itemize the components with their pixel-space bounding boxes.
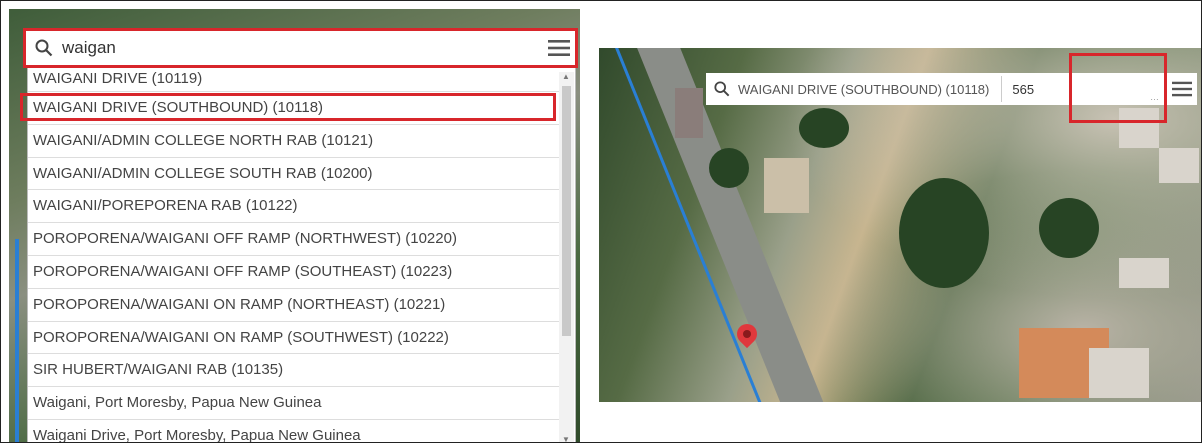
result-item[interactable]: Waigani, Port Moresby, Papua New Guinea: [28, 387, 559, 420]
value-highlight-box: [1069, 53, 1167, 123]
selected-location-text[interactable]: WAIGANI DRIVE (SOUTHBOUND) (10118): [738, 82, 989, 97]
result-item[interactable]: POROPORENA/WAIGANI OFF RAMP (NORTHWEST) …: [28, 223, 559, 256]
result-item-highlighted[interactable]: WAIGANI DRIVE (SOUTHBOUND) (10118): [20, 92, 559, 125]
tree-cluster: [899, 178, 989, 288]
tree-cluster: [799, 108, 849, 148]
result-item[interactable]: WAIGANI/POREPORENA RAB (10122): [28, 190, 559, 224]
result-item[interactable]: WAIGANI/ADMIN COLLEGE NORTH RAB (10121): [28, 125, 559, 158]
building: [675, 88, 703, 138]
tree-cluster: [709, 148, 749, 188]
route-line: [15, 239, 19, 442]
result-item[interactable]: WAIGANI DRIVE (10119): [28, 68, 559, 92]
result-item[interactable]: POROPORENA/WAIGANI ON RAMP (NORTHEAST) (…: [28, 289, 559, 322]
tree-cluster: [1039, 198, 1099, 258]
search-input[interactable]: waigan: [62, 38, 543, 58]
hamburger-menu-icon[interactable]: [1167, 73, 1197, 105]
scroll-up-arrow-icon[interactable]: ▲: [562, 72, 570, 81]
building: [1159, 148, 1199, 183]
results-scrollbar[interactable]: ▲ ▼: [559, 72, 574, 442]
scrollbar-thumb[interactable]: [562, 86, 571, 336]
result-item[interactable]: POROPORENA/WAIGANI OFF RAMP (SOUTHEAST) …: [28, 256, 559, 289]
result-item[interactable]: POROPORENA/WAIGANI ON RAMP (SOUTHWEST) (…: [28, 322, 559, 355]
screenshot-frame: waigan WAIGANI DRIVE (10119) WAIGANI DRI…: [0, 0, 1202, 443]
result-item[interactable]: WAIGANI/ADMIN COLLEGE SOUTH RAB (10200): [28, 158, 559, 191]
divider: [1001, 76, 1003, 102]
result-item[interactable]: SIR HUBERT/WAIGANI RAB (10135): [28, 354, 559, 388]
result-item[interactable]: Waigani Drive, Port Moresby, Papua New G…: [28, 420, 559, 442]
building: [764, 158, 809, 213]
search-bar[interactable]: waigan: [23, 28, 578, 68]
search-icon[interactable]: [26, 31, 62, 65]
scroll-down-arrow-icon[interactable]: ▼: [562, 435, 570, 442]
building: [1119, 258, 1169, 288]
value-field[interactable]: 565: [1012, 82, 1034, 97]
search-results-dropdown: WAIGANI DRIVE (10119) WAIGANI DRIVE (SOU…: [20, 68, 576, 442]
hamburger-menu-icon[interactable]: [543, 31, 575, 65]
building: [1089, 348, 1149, 398]
search-icon[interactable]: [706, 81, 738, 97]
